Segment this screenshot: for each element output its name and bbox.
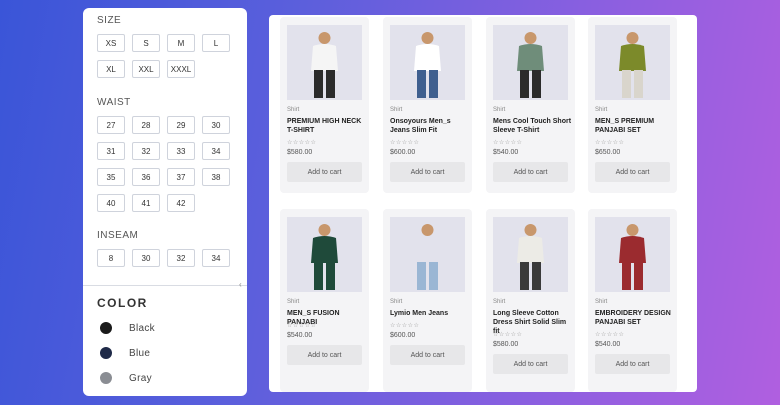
waist-option[interactable]: 35 xyxy=(97,168,125,186)
rating-stars: ☆☆☆☆☆ xyxy=(287,323,317,329)
section-divider xyxy=(83,285,247,286)
person-white-tshirt-icon[interactable] xyxy=(287,25,362,100)
product-card[interactable]: Shirt Long Sleeve Cotton Dress Shirt Soli… xyxy=(486,209,575,392)
product-card[interactable]: Shirt Mens Cool Touch Short Sleeve T-Shir… xyxy=(486,17,575,193)
color-option-blue[interactable]: Blue xyxy=(100,347,150,359)
product-category: Shirt xyxy=(287,107,300,113)
product-price: $580.00 xyxy=(493,341,519,348)
person-green-tshirt-icon[interactable] xyxy=(493,25,568,100)
filter-sidebar: SIZE XS S M L XL XXL XXXL WAIST 27 28 29 30 31 32 33… xyxy=(83,8,247,396)
color-option-gray[interactable]: Gray xyxy=(100,372,152,384)
waist-option[interactable]: 37 xyxy=(167,168,195,186)
size-option[interactable]: XS xyxy=(97,34,125,52)
add-to-cart-button[interactable]: Add to cart xyxy=(595,162,670,182)
product-title[interactable]: Mens Cool Touch Short Sleeve T-Shirt xyxy=(493,117,573,135)
inseam-option[interactable]: 30 xyxy=(132,249,160,267)
product-category: Shirt xyxy=(493,299,506,305)
product-category: Shirt xyxy=(390,299,403,305)
product-grid: Shirt PREMIUM HIGH NECK T-SHIRT ☆☆☆☆☆ $580.… xyxy=(269,15,697,392)
size-option[interactable]: XL xyxy=(97,60,125,78)
add-to-cart-button[interactable]: Add to cart xyxy=(390,345,465,365)
color-label: Black xyxy=(129,322,155,334)
waist-option[interactable]: 42 xyxy=(167,194,195,212)
waist-option[interactable]: 27 xyxy=(97,116,125,134)
rating-stars: ☆☆☆☆☆ xyxy=(493,140,523,146)
waist-option[interactable]: 34 xyxy=(202,142,230,160)
person-red-panjabi-icon[interactable] xyxy=(595,217,670,292)
product-price: $600.00 xyxy=(390,149,416,156)
waist-option[interactable]: 29 xyxy=(167,116,195,134)
product-price: $600.00 xyxy=(390,332,416,339)
product-category: Shirt xyxy=(390,107,403,113)
color-filter-title: COLOR xyxy=(97,296,148,310)
waist-option[interactable]: 30 xyxy=(202,116,230,134)
rating-stars: ☆☆☆☆☆ xyxy=(287,140,317,146)
product-card[interactable]: Shirt PREMIUM HIGH NECK T-SHIRT ☆☆☆☆☆ $580.… xyxy=(280,17,369,193)
add-to-cart-button[interactable]: Add to cart xyxy=(595,354,670,374)
product-category: Shirt xyxy=(287,299,300,305)
add-to-cart-button[interactable]: Add to cart xyxy=(287,345,362,365)
waist-option[interactable]: 38 xyxy=(202,168,230,186)
product-card[interactable]: Shirt Lymio Men Jeans ☆☆☆☆☆ $600.00 Add to c… xyxy=(383,209,472,392)
waist-option[interactable]: 33 xyxy=(167,142,195,160)
size-option[interactable]: L xyxy=(202,34,230,52)
inseam-option[interactable]: 8 xyxy=(97,249,125,267)
product-category: Shirt xyxy=(493,107,506,113)
product-card[interactable]: Shirt MEN_S PREMIUM PANJABI SET ☆☆☆☆☆ $650.… xyxy=(588,17,677,193)
waist-option[interactable]: 31 xyxy=(97,142,125,160)
product-price: $540.00 xyxy=(595,341,621,348)
product-card[interactable]: Shirt MEN_S FUSION PANJABI ☆☆☆☆☆ $540.00 Add… xyxy=(280,209,369,392)
color-option-black[interactable]: Black xyxy=(100,322,155,334)
rating-stars: ☆☆☆☆☆ xyxy=(390,323,420,329)
product-price: $650.00 xyxy=(595,149,621,156)
inseam-option[interactable]: 34 xyxy=(202,249,230,267)
rating-stars: ☆☆☆☆☆ xyxy=(595,332,625,338)
add-to-cart-button[interactable]: Add to cart xyxy=(493,162,568,182)
person-white-shirt-icon[interactable] xyxy=(493,217,568,292)
product-price: $580.00 xyxy=(287,149,313,156)
rating-stars: ☆☆☆☆☆ xyxy=(390,140,420,146)
product-title[interactable]: EMBROIDERY DESIGN PANJABI SET xyxy=(595,309,675,327)
waist-option[interactable]: 40 xyxy=(97,194,125,212)
size-filter-title: SIZE xyxy=(97,15,122,26)
add-to-cart-button[interactable]: Add to cart xyxy=(493,354,568,374)
product-title[interactable]: MEN_S PREMIUM PANJABI SET xyxy=(595,117,675,135)
size-option[interactable]: M xyxy=(167,34,195,52)
divider-mark-icon: ‹ xyxy=(239,280,242,289)
waist-option[interactable]: 32 xyxy=(132,142,160,160)
waist-filter-title: WAIST xyxy=(97,97,131,108)
rating-stars: ☆☆☆☆☆ xyxy=(595,140,625,146)
color-swatch xyxy=(100,347,112,359)
color-label: Gray xyxy=(129,372,152,384)
product-card[interactable]: Shirt Onsoyours Men_s Jeans Slim Fit ☆☆☆☆☆… xyxy=(383,17,472,193)
product-title[interactable]: Onsoyours Men_s Jeans Slim Fit xyxy=(390,117,470,135)
product-title[interactable]: PREMIUM HIGH NECK T-SHIRT xyxy=(287,117,367,135)
size-option[interactable]: XXXL xyxy=(167,60,195,78)
product-price: $540.00 xyxy=(493,149,519,156)
waist-option[interactable]: 41 xyxy=(132,194,160,212)
inseam-option[interactable]: 32 xyxy=(167,249,195,267)
product-price: $540.00 xyxy=(287,332,313,339)
person-green-panjabi-icon[interactable] xyxy=(287,217,362,292)
product-category: Shirt xyxy=(595,299,608,305)
inseam-filter-title: INSEAM xyxy=(97,230,139,241)
add-to-cart-button[interactable]: Add to cart xyxy=(390,162,465,182)
add-to-cart-button[interactable]: Add to cart xyxy=(287,162,362,182)
product-category: Shirt xyxy=(595,107,608,113)
person-light-jeans-icon[interactable] xyxy=(390,217,465,292)
product-card[interactable]: Shirt EMBROIDERY DESIGN PANJABI SET ☆☆☆☆☆ $… xyxy=(588,209,677,392)
person-jeans-icon[interactable] xyxy=(390,25,465,100)
waist-option[interactable]: 36 xyxy=(132,168,160,186)
color-swatch xyxy=(100,322,112,334)
waist-option[interactable]: 28 xyxy=(132,116,160,134)
color-swatch xyxy=(100,372,112,384)
color-label: Blue xyxy=(129,347,151,359)
product-title[interactable]: Lymio Men Jeans xyxy=(390,309,470,318)
size-option[interactable]: S xyxy=(132,34,160,52)
rating-stars: ☆☆☆☆☆ xyxy=(493,332,523,338)
size-option[interactable]: XXL xyxy=(132,60,160,78)
person-olive-panjabi-icon[interactable] xyxy=(595,25,670,100)
